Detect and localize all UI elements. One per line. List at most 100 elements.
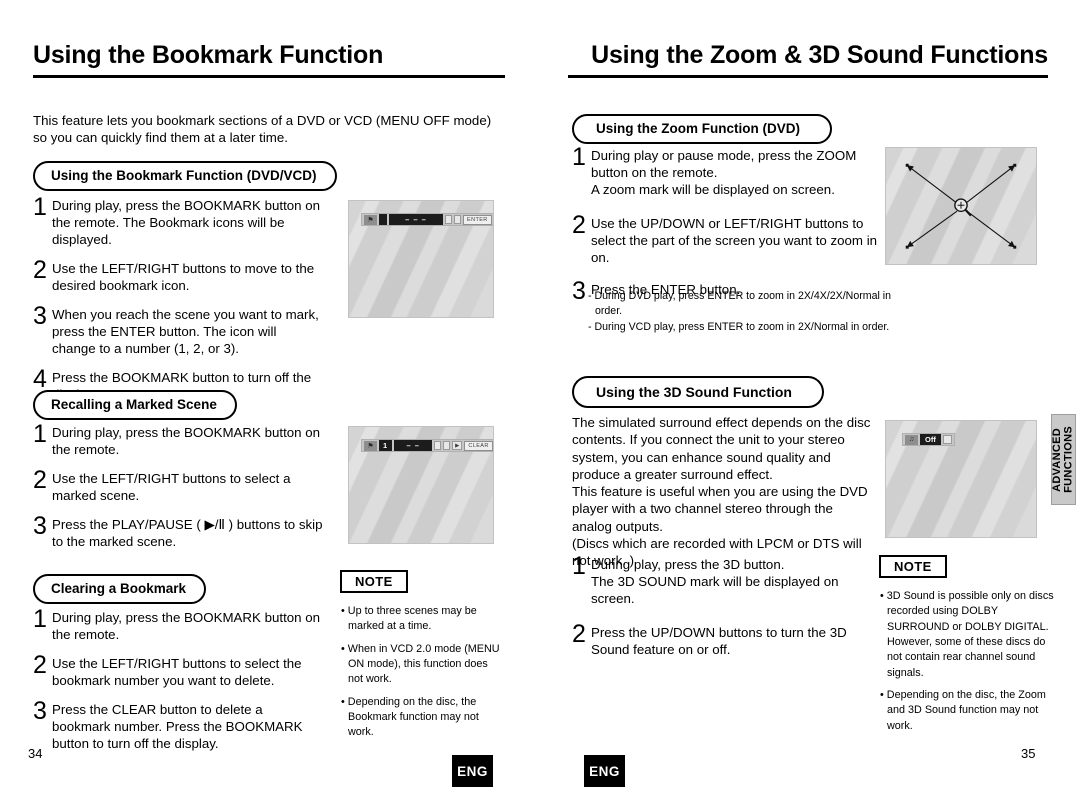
right-page: Using the Zoom & 3D Sound Functions Usin… bbox=[540, 0, 1080, 790]
note-item: • Depending on the disc, the Zoom and 3D… bbox=[880, 688, 1046, 732]
magnifier-crosshair-icon bbox=[905, 163, 1017, 249]
zoom-dash-notes: - During DVD play, press ENTER to zoom i… bbox=[588, 289, 918, 335]
dash-note-item: - During VCD play, press ENTER to zoom i… bbox=[588, 320, 890, 333]
language-badge-right: ENG bbox=[584, 755, 625, 787]
note-list: • Up to three scenes may be marked at a … bbox=[340, 604, 505, 741]
osd-marker: 1 bbox=[379, 440, 393, 451]
section-heading-recalling-scene[interactable]: Recalling a Marked Scene bbox=[33, 390, 239, 423]
side-tab-advanced-functions: ADVANCED FUNCTIONS bbox=[1051, 414, 1076, 505]
section-pill-label: Clearing a Bookmark bbox=[33, 574, 209, 607]
language-badge-left: ENG bbox=[452, 755, 493, 787]
left-page: Using the Bookmark Function This feature… bbox=[0, 0, 540, 790]
dash-note-item: - During DVD play, press ENTER to zoom i… bbox=[588, 290, 892, 318]
steps-recalling-scene: 1 During play, press the BOOKMARK button… bbox=[33, 420, 323, 561]
step-text: Use the LEFT/RIGHT buttons to select a m… bbox=[52, 471, 291, 504]
step-item: 3 When you reach the scene you want to m… bbox=[33, 302, 323, 357]
step-number: 3 bbox=[33, 302, 47, 331]
step-text: Press the UP/DOWN buttons to turn the 3D… bbox=[591, 625, 847, 658]
step-item: 2 Press the UP/DOWN buttons to turn the … bbox=[572, 620, 872, 658]
section-heading-bookmark-function[interactable]: Using the Bookmark Function (DVD/VCD) bbox=[33, 161, 339, 194]
step-text: Press the PLAY/PAUSE ( ▶/Ⅱ ) buttons to … bbox=[52, 517, 323, 550]
section-pill-label: Recalling a Marked Scene bbox=[33, 390, 239, 423]
section-pill-label: Using the 3D Sound Function bbox=[572, 376, 826, 413]
page-number-right: 35 bbox=[1021, 746, 1036, 761]
step-number: 2 bbox=[572, 620, 586, 649]
step-item: 1 During play, press the 3D button. The … bbox=[572, 552, 872, 607]
section-pill-label: Using the Zoom Function (DVD) bbox=[572, 114, 834, 147]
section-heading-3d-sound[interactable]: Using the 3D Sound Function bbox=[572, 376, 826, 413]
osd-dashes: – – – bbox=[389, 214, 443, 225]
step-number: 2 bbox=[33, 651, 47, 680]
step-item: 1 During play, press the BOOKMARK button… bbox=[33, 605, 323, 643]
note-box-left: NOTE • Up to three scenes may be marked … bbox=[340, 570, 505, 748]
bookmark-marked-osd-screen: ⚑ 1 – – ▶ CLEAR bbox=[348, 426, 494, 544]
steps-clearing-bookmark: 1 During play, press the BOOKMARK button… bbox=[33, 605, 323, 763]
step-item: 3 Press the CLEAR button to delete a boo… bbox=[33, 697, 323, 752]
step-text: During play, press the BOOKMARK button o… bbox=[52, 198, 321, 248]
note-item: • Up to three scenes may be marked at a … bbox=[341, 605, 477, 633]
bookmark-osd-screen: ⚑ – – – ENTER bbox=[348, 200, 494, 318]
osd-marker bbox=[379, 214, 387, 225]
step-text: Use the LEFT/RIGHT buttons to move to th… bbox=[52, 261, 315, 294]
intro-paragraph: This feature lets you bookmark sections … bbox=[33, 113, 492, 146]
page-number-left: 34 bbox=[28, 746, 43, 761]
step-text: Use the UP/DOWN or LEFT/RIGHT buttons to… bbox=[591, 216, 878, 266]
osd-play-icon: ▶ bbox=[452, 441, 463, 450]
section-heading-clearing-bookmark[interactable]: Clearing a Bookmark bbox=[33, 574, 209, 607]
note-item: • 3D Sound is possible only on discs rec… bbox=[880, 590, 1054, 679]
osd-bar: ⚑ 1 – – ▶ CLEAR bbox=[361, 439, 493, 452]
note-item-text: Depending on the disc, the Zoom and 3D S… bbox=[886, 688, 1046, 732]
step-text: During play, press the BOOKMARK button o… bbox=[52, 425, 321, 458]
left-page-header: Using the Bookmark Function bbox=[33, 41, 505, 78]
page-title: Using the Bookmark Function bbox=[33, 41, 384, 69]
step-item: 1 During play, press the BOOKMARK button… bbox=[33, 420, 323, 458]
osd-updown-icon bbox=[942, 435, 952, 444]
steps-bookmark-function: 1 During play, press the BOOKMARK button… bbox=[33, 193, 323, 414]
right-page-header: Using the Zoom & 3D Sound Functions bbox=[568, 41, 1048, 78]
osd-enter-button: ENTER bbox=[463, 214, 492, 225]
step-number: 1 bbox=[33, 420, 47, 448]
step-number: 3 bbox=[33, 512, 47, 541]
section-pill-label: Using the Bookmark Function (DVD/VCD) bbox=[33, 161, 339, 194]
osd-chip-icon bbox=[445, 215, 452, 224]
step-text: Use the LEFT/RIGHT buttons to select the… bbox=[52, 656, 302, 689]
step-number: 1 bbox=[572, 552, 586, 580]
step-item: 2 Use the LEFT/RIGHT buttons to select a… bbox=[33, 466, 323, 504]
step-text: During play or pause mode, press the ZOO… bbox=[591, 148, 857, 198]
osd-value: Off bbox=[920, 434, 941, 445]
steps-3d-sound: 1 During play, press the 3D button. The … bbox=[572, 552, 872, 669]
note-item: • When in VCD 2.0 mode (MENU ON mode), t… bbox=[341, 642, 500, 686]
manual-page-spread: Using the Bookmark Function This feature… bbox=[0, 0, 1080, 790]
step-item: 1 During play or pause mode, press the Z… bbox=[572, 145, 884, 198]
bookmark-icon: ⚑ bbox=[364, 440, 377, 451]
note-item-text: Depending on the disc, the Bookmark func… bbox=[347, 695, 479, 739]
osd-chip-icon bbox=[443, 441, 451, 450]
note-list: • 3D Sound is possible only on discs rec… bbox=[879, 589, 1057, 734]
step-number: 3 bbox=[33, 697, 47, 726]
osd-clear-button: CLEAR bbox=[464, 440, 493, 451]
step-number: 1 bbox=[33, 605, 47, 633]
step-item: 1 During play, press the BOOKMARK button… bbox=[33, 193, 323, 248]
osd-bar: ⚑ – – – ENTER bbox=[361, 213, 493, 226]
title-underline bbox=[33, 74, 505, 78]
step-number: 2 bbox=[33, 466, 47, 495]
note-label: NOTE bbox=[879, 555, 949, 581]
step-text: When you reach the scene you want to mar… bbox=[52, 307, 319, 357]
side-tab-label: ADVANCED FUNCTIONS bbox=[1050, 426, 1075, 493]
osd-chip-icon bbox=[454, 215, 461, 224]
page-title: Using the Zoom & 3D Sound Functions bbox=[591, 41, 1048, 69]
step-number: 2 bbox=[572, 211, 586, 240]
section-heading-zoom-function[interactable]: Using the Zoom Function (DVD) bbox=[572, 114, 834, 147]
3d-sound-paragraph: The simulated surround effect depends on… bbox=[572, 415, 871, 569]
step-number: 4 bbox=[33, 365, 47, 394]
step-text: During play, press the 3D button. The 3D… bbox=[591, 557, 839, 607]
step-item: 2 Use the UP/DOWN or LEFT/RIGHT buttons … bbox=[572, 211, 884, 266]
note-label: NOTE bbox=[340, 570, 410, 596]
osd-bar: ♫ Off bbox=[902, 433, 955, 446]
step-number: 1 bbox=[33, 193, 47, 221]
step-item: 2 Use the LEFT/RIGHT buttons to select t… bbox=[33, 651, 323, 689]
step-item: 3 Press the PLAY/PAUSE ( ▶/Ⅱ ) buttons t… bbox=[33, 512, 323, 550]
note-item: • Depending on the disc, the Bookmark fu… bbox=[341, 695, 479, 739]
3d-sound-osd-screen: ♫ Off bbox=[885, 420, 1037, 538]
3d-sound-icon: ♫ bbox=[905, 434, 918, 445]
